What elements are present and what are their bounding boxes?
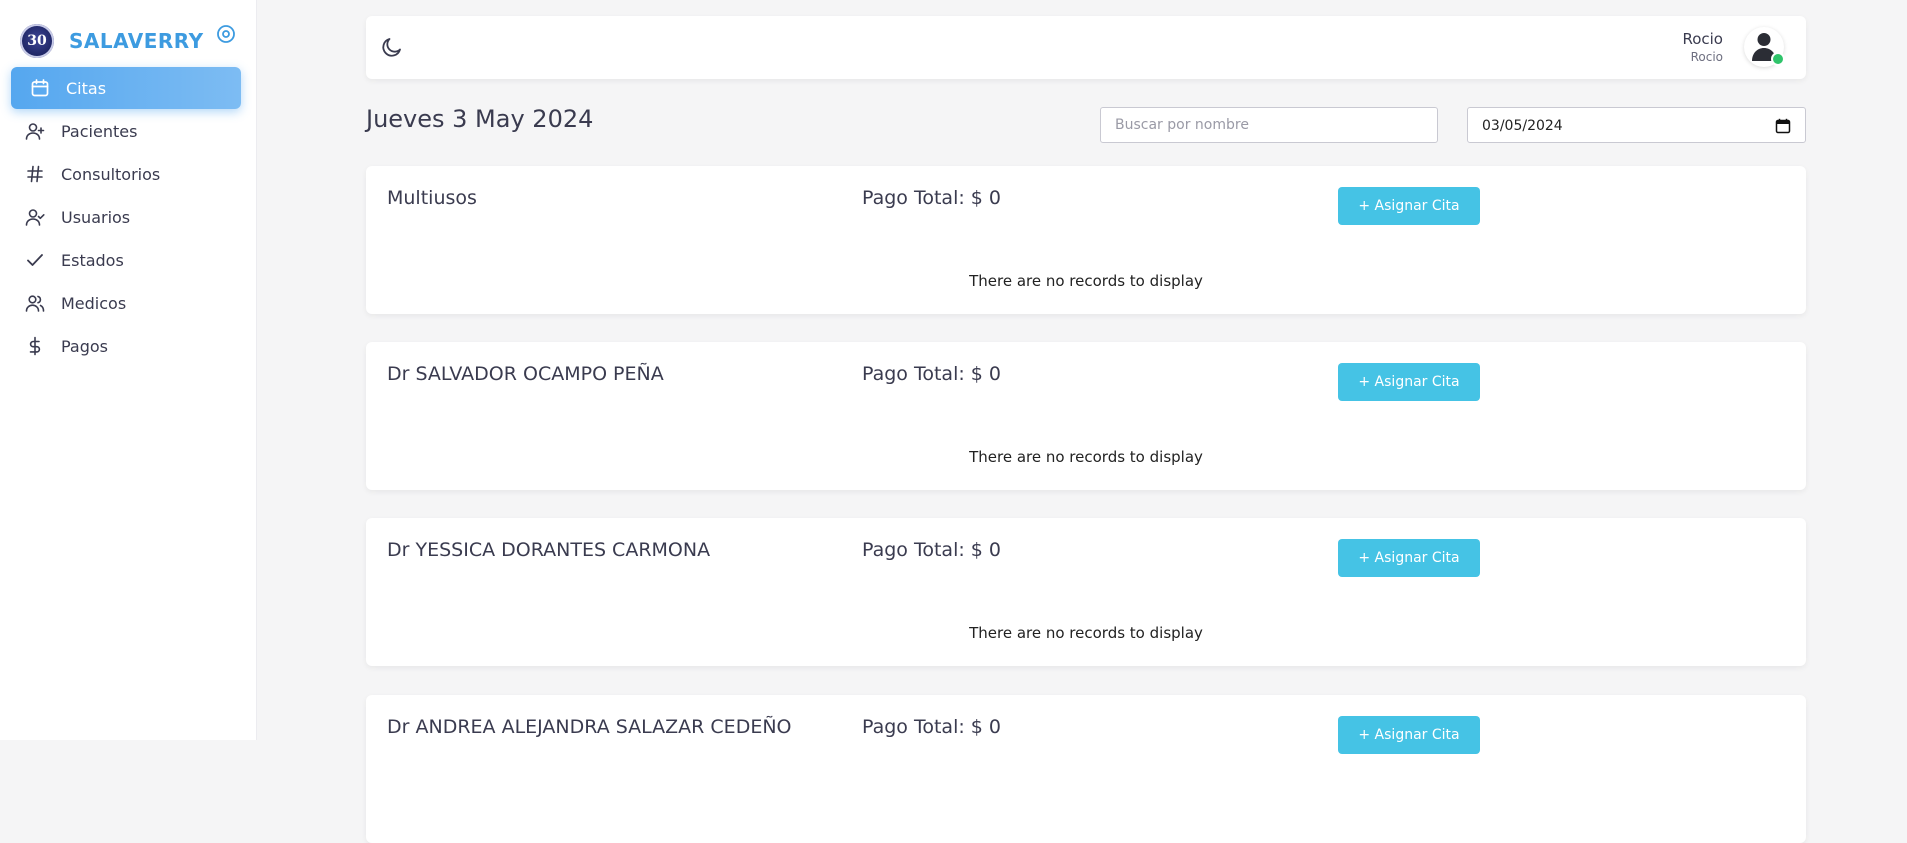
- moon-icon[interactable]: [380, 35, 404, 59]
- sidebar-item-estados[interactable]: Estados: [11, 239, 241, 281]
- card-title: Dr ANDREA ALEJANDRA SALAZAR CEDEÑO: [387, 716, 792, 738]
- users-icon: [25, 293, 45, 313]
- date-picker[interactable]: 03/05/2024: [1467, 107, 1806, 143]
- card-title: Multiusos: [387, 187, 477, 209]
- online-status-dot: [1771, 52, 1785, 66]
- assign-appointment-button[interactable]: + Asignar Cita: [1338, 539, 1480, 577]
- user-role: Rocio: [1690, 50, 1723, 64]
- card-title: Dr SALVADOR OCAMPO PEÑA: [387, 363, 664, 385]
- sidebar-nav: Citas Pacientes Consultorios Usuarios Es…: [11, 67, 241, 368]
- sidebar-toggle-icon[interactable]: [216, 24, 236, 44]
- top-navbar: Rocio Rocio: [366, 16, 1806, 79]
- sidebar-item-pacientes[interactable]: Pacientes: [11, 110, 241, 152]
- user-name: Rocio: [1682, 30, 1723, 48]
- sidebar-item-label: Estados: [61, 250, 124, 270]
- doctor-card: Dr ANDREA ALEJANDRA SALAZAR CEDEÑO Pago …: [366, 695, 1806, 843]
- brand-name: SALAVERRY: [69, 29, 204, 53]
- calendar-icon: [30, 78, 50, 98]
- card-total: Pago Total: $ 0: [862, 363, 1002, 385]
- assign-appointment-button[interactable]: + Asignar Cita: [1338, 187, 1480, 225]
- assign-appointment-button[interactable]: + Asignar Cita: [1338, 363, 1480, 401]
- avatar[interactable]: [1744, 27, 1785, 67]
- date-value: 03/05/2024: [1482, 118, 1563, 134]
- card-title: Dr YESSICA DORANTES CARMONA: [387, 539, 711, 561]
- sidebar-item-label: Consultorios: [61, 164, 161, 184]
- sidebar-item-label: Pagos: [61, 336, 109, 356]
- sidebar-item-pagos[interactable]: Pagos: [11, 325, 241, 367]
- sidebar: 30 SALAVERRY Citas Pacientes Consultorio…: [0, 0, 257, 740]
- hash-icon: [25, 164, 45, 184]
- card-total: Pago Total: $ 0: [862, 716, 1002, 738]
- card-total: Pago Total: $ 0: [862, 187, 1002, 209]
- search-input[interactable]: [1100, 107, 1438, 143]
- card-total: Pago Total: $ 0: [862, 539, 1002, 561]
- brand[interactable]: 30 SALAVERRY: [20, 22, 240, 58]
- sidebar-item-label: Usuarios: [61, 207, 131, 227]
- page-title: Jueves 3 May 2024: [366, 105, 594, 133]
- user-plus-icon: [25, 121, 45, 141]
- sidebar-item-consultorios[interactable]: Consultorios: [11, 153, 241, 195]
- sidebar-item-usuarios[interactable]: Usuarios: [11, 196, 241, 238]
- dollar-icon: [25, 336, 45, 356]
- empty-message: There are no records to display: [969, 272, 1203, 290]
- user-check-icon: [25, 207, 45, 227]
- doctor-card: Multiusos Pago Total: $ 0 + Asignar Cita…: [366, 166, 1806, 314]
- assign-appointment-button[interactable]: + Asignar Cita: [1338, 716, 1480, 754]
- check-icon: [25, 250, 45, 270]
- doctor-card: Dr SALVADOR OCAMPO PEÑA Pago Total: $ 0 …: [366, 342, 1806, 490]
- empty-message: There are no records to display: [969, 448, 1203, 466]
- calendar-icon[interactable]: [1775, 118, 1791, 134]
- empty-message: There are no records to display: [969, 624, 1203, 642]
- brand-logo: 30: [20, 24, 54, 58]
- doctor-card: Dr YESSICA DORANTES CARMONA Pago Total: …: [366, 518, 1806, 666]
- sidebar-item-label: Citas: [66, 78, 107, 98]
- sidebar-item-label: Medicos: [61, 293, 127, 313]
- sidebar-item-medicos[interactable]: Medicos: [11, 282, 241, 324]
- sidebar-item-citas[interactable]: Citas: [11, 67, 241, 109]
- sidebar-item-label: Pacientes: [61, 121, 138, 141]
